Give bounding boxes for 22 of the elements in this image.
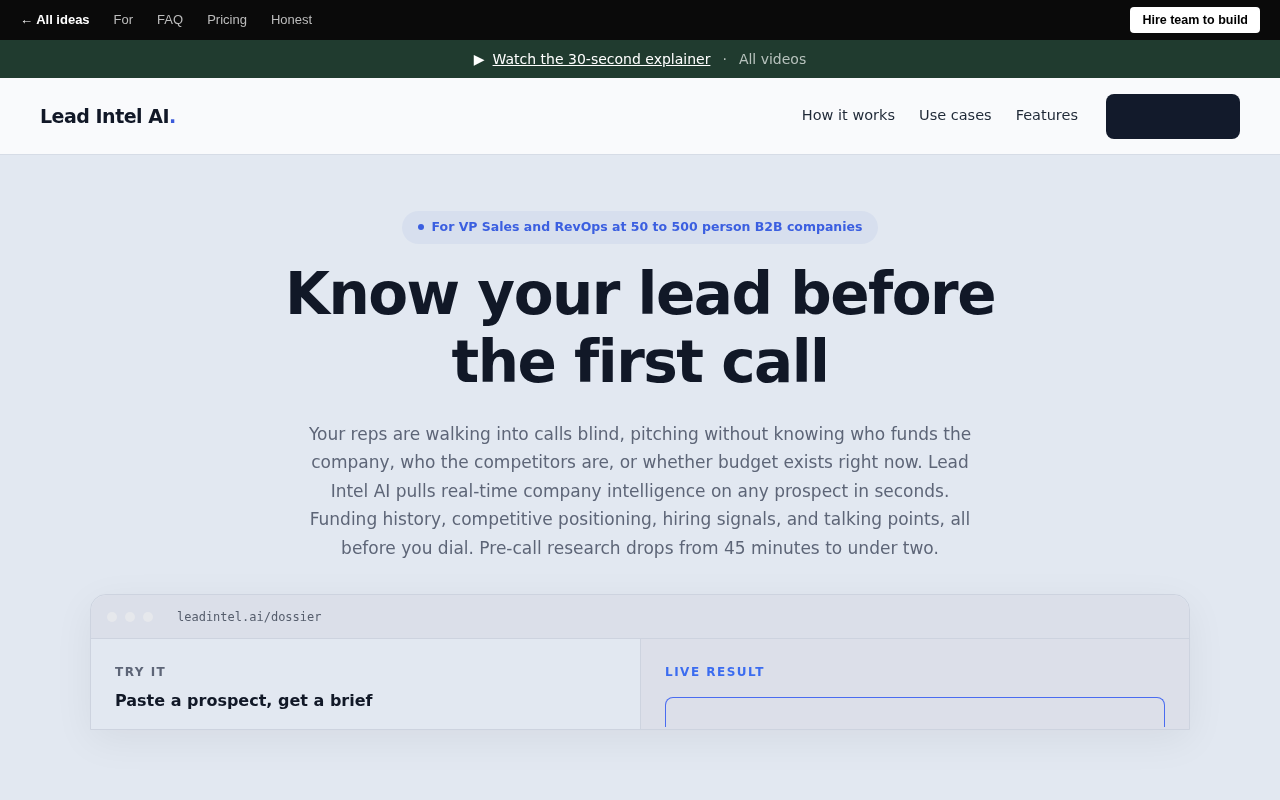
nav-link[interactable]: Features [1015, 105, 1078, 127]
hero-title: Know your lead before the first call [284, 259, 995, 396]
top-nav-link[interactable]: For [113, 10, 134, 30]
nav-link[interactable]: Use cases [919, 105, 992, 127]
play-icon: ▶ [473, 48, 485, 70]
top-nav-link[interactable]: Honest [270, 10, 313, 30]
top-nav-link[interactable]: FAQ [157, 10, 184, 30]
section-eyebrow: TRY IT [115, 664, 168, 682]
logo[interactable]: Lead Intel AI. [40, 101, 176, 131]
url-text: leadintel.ai/dossier [177, 608, 322, 626]
nav-link[interactable]: How it works [801, 105, 896, 127]
section-eyebrow: LIVE RESULT [665, 664, 766, 682]
audience-pill: For VP Sales and RevOps at 50 to 500 person B2B companies [401, 211, 879, 244]
hero-description: Your reps are walking into calls blind, pitching without knowing who funds the company, who the competitors are, or whether budget exists right now. Lead Intel AI pulls real-time company intelligence on any prospect in seconds. Funding history, competitive positioning, hiring signals, and talking points, all before you dial. Pre-call research drops from 45 minutes to under two. [307, 422, 973, 560]
separator: · [722, 49, 727, 69]
hire-team-button[interactable]: Hire team to build [1130, 6, 1260, 34]
section-heading: Paste a prospect, get a brief [115, 690, 374, 713]
back-link[interactable]: ← All ideas [20, 10, 90, 30]
explainer-video-link[interactable]: Watch the 30-second explainer [492, 48, 711, 70]
all-videos-link[interactable]: All videos [738, 48, 807, 70]
cta-button[interactable] [1106, 93, 1240, 139]
top-nav-link[interactable]: Pricing [207, 10, 247, 30]
